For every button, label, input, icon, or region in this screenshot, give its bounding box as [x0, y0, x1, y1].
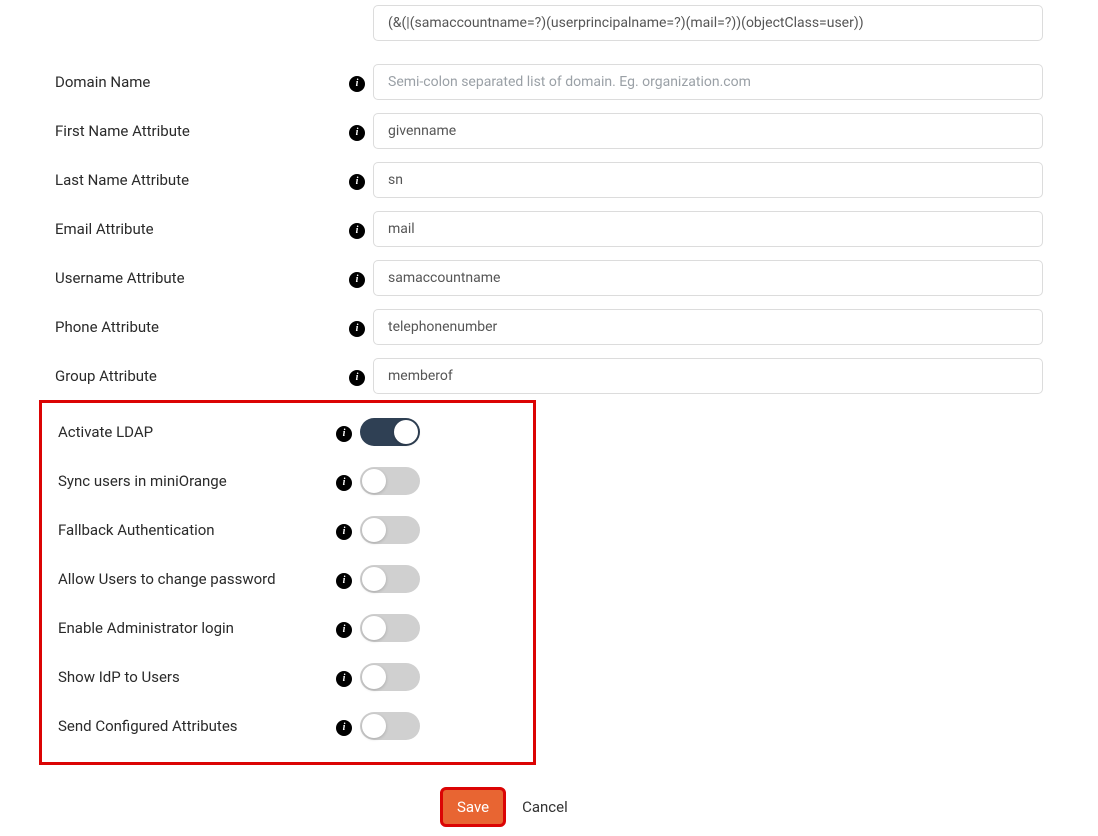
- first-name-attr-label: First Name Attribute: [55, 122, 190, 140]
- first-name-attr-input[interactable]: [373, 113, 1043, 149]
- group-attr-label: Group Attribute: [55, 367, 157, 385]
- email-attr-input[interactable]: [373, 211, 1043, 247]
- send-configured-attrs-row: Send Configured Attributes i: [58, 701, 533, 750]
- activate-ldap-toggle[interactable]: [360, 418, 420, 446]
- sync-users-toggle[interactable]: [360, 467, 420, 495]
- search-filter-input[interactable]: [373, 5, 1043, 41]
- show-idp-row: Show IdP to Users i: [58, 652, 533, 701]
- save-button[interactable]: Save: [440, 787, 506, 827]
- first-name-attr-row: First Name Attribute i: [55, 106, 1043, 155]
- phone-attr-input[interactable]: [373, 309, 1043, 345]
- sync-users-label: Sync users in miniOrange: [58, 472, 227, 490]
- info-icon[interactable]: i: [336, 524, 352, 540]
- activate-ldap-row: Activate LDAP i: [58, 407, 533, 456]
- show-idp-toggle[interactable]: [360, 663, 420, 691]
- button-row: Save Cancel: [55, 787, 1043, 827]
- send-configured-attrs-toggle[interactable]: [360, 712, 420, 740]
- fallback-auth-row: Fallback Authentication i: [58, 505, 533, 554]
- fallback-auth-label: Fallback Authentication: [58, 521, 215, 539]
- domain-name-row: Domain Name i: [55, 57, 1043, 106]
- cancel-link[interactable]: Cancel: [522, 798, 568, 816]
- fallback-auth-toggle[interactable]: [360, 516, 420, 544]
- username-attr-input[interactable]: [373, 260, 1043, 296]
- enable-admin-login-row: Enable Administrator login i: [58, 603, 533, 652]
- info-icon[interactable]: i: [349, 174, 365, 190]
- info-icon[interactable]: i: [336, 475, 352, 491]
- info-icon[interactable]: i: [336, 671, 352, 687]
- allow-pwd-change-row: Allow Users to change password i: [58, 554, 533, 603]
- phone-attr-label: Phone Attribute: [55, 318, 159, 336]
- group-attr-row: Group Attribute i: [55, 351, 1043, 400]
- info-icon[interactable]: i: [336, 622, 352, 638]
- last-name-attr-input[interactable]: [373, 162, 1043, 198]
- group-attr-input[interactable]: [373, 358, 1043, 394]
- info-icon[interactable]: i: [336, 720, 352, 736]
- info-icon[interactable]: i: [349, 370, 365, 386]
- info-icon[interactable]: i: [349, 223, 365, 239]
- send-configured-attrs-label: Send Configured Attributes: [58, 717, 238, 735]
- email-attr-label: Email Attribute: [55, 220, 154, 238]
- enable-admin-login-toggle[interactable]: [360, 614, 420, 642]
- allow-pwd-change-toggle[interactable]: [360, 565, 420, 593]
- last-name-attr-label: Last Name Attribute: [55, 171, 189, 189]
- activate-ldap-label: Activate LDAP: [58, 423, 153, 441]
- info-icon[interactable]: i: [349, 272, 365, 288]
- username-attr-label: Username Attribute: [55, 269, 185, 287]
- username-attr-row: Username Attribute i: [55, 253, 1043, 302]
- domain-name-label: Domain Name: [55, 73, 150, 91]
- phone-attr-row: Phone Attribute i: [55, 302, 1043, 351]
- domain-name-input[interactable]: [373, 64, 1043, 100]
- toggle-highlight-box: Activate LDAP i Sync users in miniOrange…: [39, 400, 536, 765]
- info-icon[interactable]: i: [336, 573, 352, 589]
- show-idp-label: Show IdP to Users: [58, 668, 180, 686]
- info-icon[interactable]: i: [349, 76, 365, 92]
- sync-users-row: Sync users in miniOrange i: [58, 456, 533, 505]
- enable-admin-login-label: Enable Administrator login: [58, 619, 234, 637]
- info-icon[interactable]: i: [349, 321, 365, 337]
- info-icon[interactable]: i: [336, 426, 352, 442]
- info-icon[interactable]: i: [349, 125, 365, 141]
- search-filter-row: [55, 0, 1043, 47]
- email-attr-row: Email Attribute i: [55, 204, 1043, 253]
- allow-pwd-change-label: Allow Users to change password: [58, 570, 276, 588]
- ldap-config-form: Domain Name i First Name Attribute i Las…: [0, 0, 1098, 827]
- last-name-attr-row: Last Name Attribute i: [55, 155, 1043, 204]
